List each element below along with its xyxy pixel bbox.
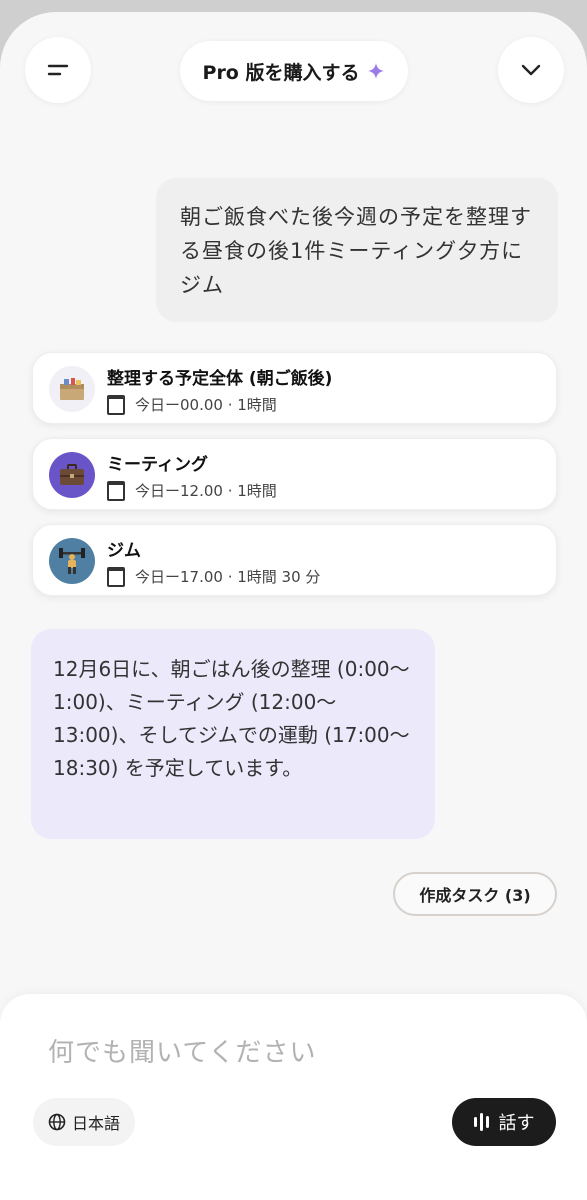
calendar-icon bbox=[107, 394, 125, 415]
menu-button[interactable] bbox=[25, 37, 91, 103]
buy-pro-label: Pro 版を購入する bbox=[202, 61, 360, 84]
user-message-text: 朝ご飯食べた後今週の予定を整理する昼食の後1件ミーティング夕方にジム bbox=[180, 205, 532, 297]
language-label: 日本語 bbox=[71, 1114, 120, 1133]
task-title: ミーティング bbox=[107, 455, 208, 475]
user-message-bubble: 朝ご飯食べた後今週の予定を整理する昼食の後1件ミーティング夕方にジム bbox=[156, 178, 558, 322]
calendar-icon bbox=[107, 480, 125, 501]
speak-label: 話す bbox=[498, 1113, 535, 1134]
task-title: ジム bbox=[107, 541, 141, 561]
boxes-icon bbox=[49, 366, 95, 412]
created-tasks-label: 作成タスク (3) bbox=[419, 886, 531, 905]
speak-button[interactable]: 話す bbox=[452, 1098, 556, 1146]
task-meta: 今日ー00.00 · 1時間 bbox=[107, 394, 277, 415]
task-title: 整理する予定全体 (朝ご飯後) bbox=[107, 369, 333, 389]
buy-pro-button[interactable]: Pro 版を購入する bbox=[180, 41, 408, 101]
weightlifter-icon bbox=[49, 538, 95, 584]
assistant-message-text: 12月6日に、朝ごはん後の整理 (0:00〜1:00)、ミーティング (12:0… bbox=[53, 657, 410, 780]
task-time: 今日ー17.00 · 1時間 30 分 bbox=[135, 568, 321, 586]
briefcase-icon bbox=[49, 452, 95, 498]
task-time: 今日ー00.00 · 1時間 bbox=[135, 396, 277, 414]
created-tasks-button[interactable]: 作成タスク (3) bbox=[393, 872, 557, 916]
chat-screen: Pro 版を購入する 朝ご飯食べた後今週の予定を整理する昼食の後1件ミーティング… bbox=[0, 12, 587, 1200]
options-dropdown-button[interactable] bbox=[498, 37, 564, 103]
globe-icon bbox=[48, 1113, 66, 1131]
assistant-message-bubble: 12月6日に、朝ごはん後の整理 (0:00〜1:00)、ミーティング (12:0… bbox=[31, 629, 435, 839]
calendar-icon bbox=[107, 566, 125, 587]
task-meta: 今日ー17.00 · 1時間 30 分 bbox=[107, 566, 320, 587]
message-input[interactable]: 何でも聞いてください bbox=[48, 1032, 316, 1069]
task-card[interactable]: ミーティング 今日ー12.00 · 1時間 bbox=[32, 438, 557, 510]
waveform-icon bbox=[473, 1113, 489, 1131]
task-card[interactable]: ジム 今日ー17.00 · 1時間 30 分 bbox=[32, 524, 557, 596]
menu-icon bbox=[47, 64, 69, 76]
task-time: 今日ー12.00 · 1時間 bbox=[135, 482, 277, 500]
task-card[interactable]: 整理する予定全体 (朝ご飯後) 今日ー00.00 · 1時間 bbox=[32, 352, 557, 424]
composer-panel: 何でも聞いてください 日本語 話す bbox=[0, 994, 587, 1200]
task-meta: 今日ー12.00 · 1時間 bbox=[107, 480, 277, 501]
language-button[interactable]: 日本語 bbox=[33, 1098, 135, 1146]
sparkle-icon bbox=[368, 63, 385, 79]
chevron-down-icon bbox=[521, 64, 541, 76]
